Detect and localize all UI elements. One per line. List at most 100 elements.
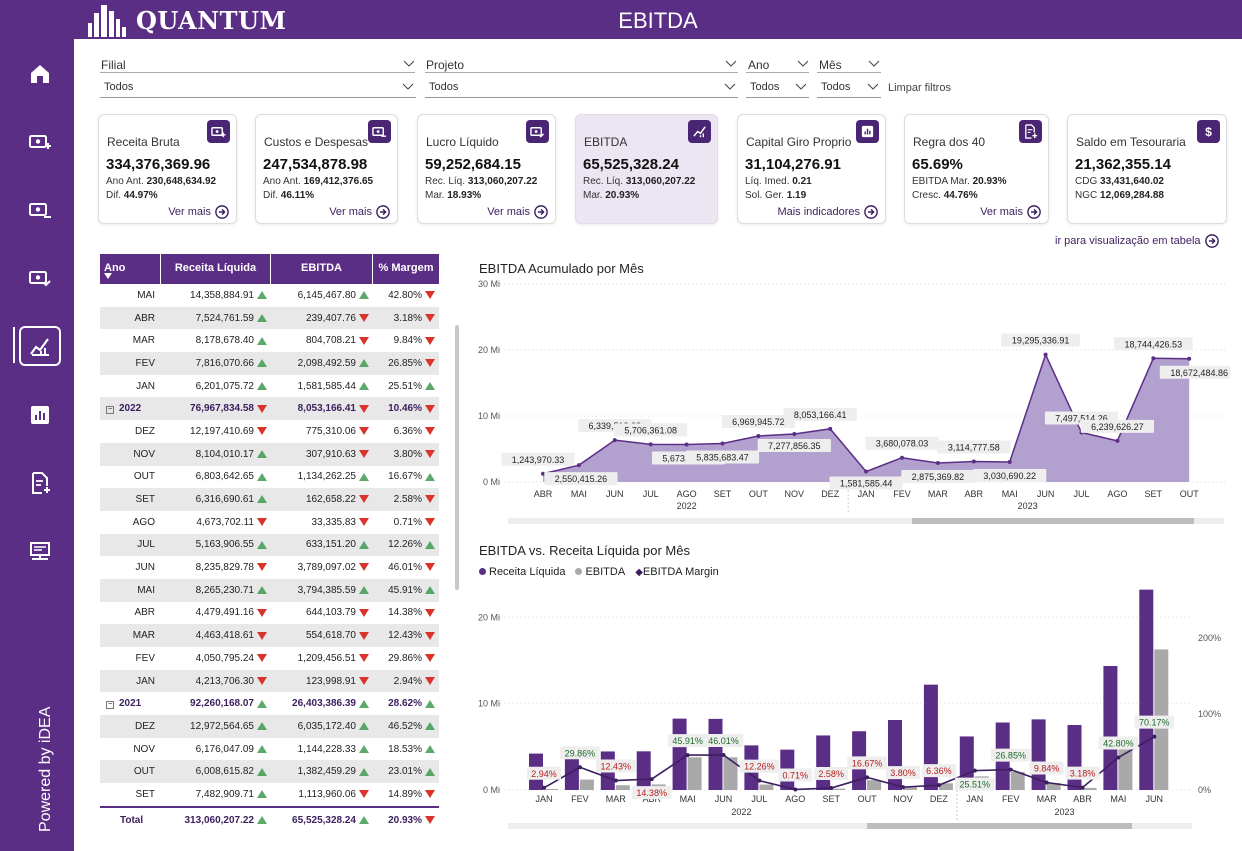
table-row[interactable]: ABR 4,479,491.16 644,103.79 14.38% [100,602,439,625]
kpi-card-saldo-em-tesouraria[interactable]: Saldo em Tesouraria $21,362,355.14 CDG 33,… [1067,114,1227,224]
table-row[interactable]: MAI 14,358,884.91 6,145,467.80 42.80% [100,284,439,307]
chevron-down-icon[interactable] [797,59,809,69]
total-ebitda-value: 65,525,328.24 [292,814,356,826]
margin-point [865,775,870,780]
ano-dropdown[interactable]: Todos [746,78,809,98]
table-row[interactable]: MAR 4,463,418.61 554,618.70 12.43% [100,624,439,647]
projeto-dropdown[interactable]: Todos [425,78,738,98]
table-year-row[interactable]: −2022 76,967,834.58 8,053,166.41 10.46% [100,397,439,421]
receita-bar [636,751,651,790]
table-row[interactable]: MAI 8,265,230.71 3,794,385.59 45.91% [100,578,439,602]
table-row[interactable]: JAN 4,213,706.30 123,998.91 2.94% [100,669,439,693]
row-label: DEZ [135,720,155,732]
table-row[interactable]: NOV 8,104,010.17 307,910.63 3.80% [100,442,439,466]
margem-cell: 26.85% [373,358,439,369]
money-check-nav-icon[interactable] [21,259,59,297]
clear-filters-button[interactable]: Limpar filtros [888,82,951,94]
row-label-cell: ABR [100,313,161,324]
x-tick-label: JAN [858,489,875,499]
table-row[interactable]: MAR 8,178,678.40 804,708.21 9.84% [100,329,439,352]
card-line1-label: EBITDA Mar. [912,176,970,187]
money-minus-nav-icon[interactable] [21,191,59,229]
data-point [864,469,869,474]
margin-point [613,778,618,783]
card-more-link[interactable]: Ver mais [487,205,548,219]
chevron-down-icon[interactable] [868,59,880,69]
table-row[interactable]: JUN 8,235,829.78 3,789,097.02 46.01% [100,556,439,579]
kpi-card-custos-e-despesas[interactable]: Custos e Despesas 247,534,878.98 Ano Ant. … [255,114,398,224]
card-title: Receita Bruta [107,135,180,149]
money-plus-nav-icon[interactable] [21,123,59,161]
chevron-down-icon[interactable] [403,59,415,69]
table-row[interactable]: SET 6,316,690.61 162,658.22 2.58% [100,488,439,511]
margin-label: 3.80% [890,768,916,778]
receita-value: 4,213,706.30 [195,675,254,687]
table-row[interactable]: JAN 6,201,075.72 1,581,585.44 25.51% [100,375,439,398]
bar-chart-nav-icon[interactable] [21,396,59,434]
col-header-receita[interactable]: Receita Líquida [161,254,271,284]
ebitda-nav-icon[interactable] [19,326,61,366]
col-header-ano[interactable]: Ano [100,254,161,284]
arrow-up-icon [359,815,369,824]
data-label: 2,550,415.26 [555,474,608,484]
legend-ebitda[interactable]: EBITDA [575,566,625,578]
table-row[interactable]: ABR 7,524,761.59 239,407.76 3.18% [100,306,439,330]
col-header-margem[interactable]: % Margem [373,254,439,284]
filial-dropdown[interactable]: Todos [100,78,416,98]
receita-cell: 76,967,834.58 [161,403,271,414]
table-row[interactable]: NOV 6,176,047.09 1,144,228.33 18.53% [100,738,439,761]
data-label: 19,295,336.91 [1012,336,1070,346]
row-label: DEZ [135,425,155,437]
presentation-nav-icon[interactable] [21,532,59,570]
receita-value: 8,265,230.71 [195,584,254,596]
collapse-icon[interactable]: − [106,701,114,710]
chevron-down-icon[interactable] [725,59,737,69]
margin-label: 16.67% [852,758,883,768]
kpi-card-receita-bruta[interactable]: Receita Bruta 334,376,369.96 Ano Ant. 230,… [98,114,237,224]
arrow-circle-right-icon [864,205,878,219]
legend-margin[interactable]: ◆EBITDA Margin [635,566,719,578]
table-row[interactable]: SET 7,482,909.71 1,113,960.06 14.89% [100,783,439,806]
arrow-up-icon [425,699,435,708]
table-row[interactable]: JUL 5,163,906.55 633,151.20 12.26% [100,533,439,557]
table-row[interactable]: DEZ 12,972,564.65 6,035,172.40 46.52% [100,715,439,738]
kpi-card-lucro-l-quido[interactable]: Lucro Líquido 59,252,684.15 Rec. Líq. 313,… [417,114,556,224]
table-row[interactable]: AGO 4,673,702.11 33,335.83 0.71% [100,511,439,534]
document-plus-nav-icon[interactable] [21,464,59,502]
margem-cell: 2.94% [373,676,439,687]
card-more-link[interactable]: Ver mais [168,205,229,219]
table-row[interactable]: OUT 6,803,642.65 1,134,262.25 16.67% [100,466,439,489]
card-more-link[interactable]: Mais indicadores [777,205,878,219]
table-year-row[interactable]: −2021 92,260,168.07 26,403,386.39 28.62% [100,692,439,715]
receita-cell: 8,104,010.17 [161,449,271,460]
card-more-link-label: Ver mais [329,206,372,218]
kpi-card-regra-dos-40[interactable]: Regra dos 40 65.69% EBITDA Mar. 20.93% Cres… [904,114,1049,224]
margem-value: 29.86% [388,652,422,664]
ebitda-cell: 33,335.83 [271,517,373,528]
card-more-link[interactable]: Ver mais [980,205,1041,219]
home-icon[interactable] [21,55,59,93]
table-view-link[interactable]: ir para visualização em tabela [1055,234,1219,248]
table-row[interactable]: DEZ 12,197,410.69 775,310.06 6.36% [100,420,439,443]
receita-bar [816,735,831,790]
x-tick-label: SET [714,489,732,499]
mes-dropdown[interactable]: Todos [817,78,881,98]
ebitda-cell: 1,209,456.51 [271,653,373,664]
card-line1: Ano Ant. 230,648,634.92 [106,176,216,187]
x-tick-label: NOV [893,794,913,804]
col-header-ebitda[interactable]: EBITDA [271,254,373,284]
kpi-card-ebitda[interactable]: EBITDA 65,525,328.24 Rec. Líq. 313,060,207… [575,114,718,224]
arrow-down-icon [359,631,369,640]
legend-receita[interactable]: Receita Líquida [479,566,565,578]
margin-point [1152,734,1157,739]
table-row[interactable]: OUT 6,008,615.82 1,382,459.29 23.01% [100,760,439,784]
table-row[interactable]: FEV 7,816,070.66 2,098,492.59 26.85% [100,352,439,375]
table-row[interactable]: FEV 4,050,795.24 1,209,456.51 29.86% [100,647,439,670]
table-scrollbar[interactable] [455,325,459,590]
data-label: 6,239,626.27 [1091,422,1144,432]
kpi-card-capital-giro-proprio[interactable]: Capital Giro Proprio 31,104,276.91 Líq. Im… [737,114,886,224]
row-label-cell: JUN [100,562,161,573]
card-more-link[interactable]: Ver mais [329,205,390,219]
collapse-icon[interactable]: − [106,406,114,415]
dollar-icon: $ [1197,120,1220,143]
